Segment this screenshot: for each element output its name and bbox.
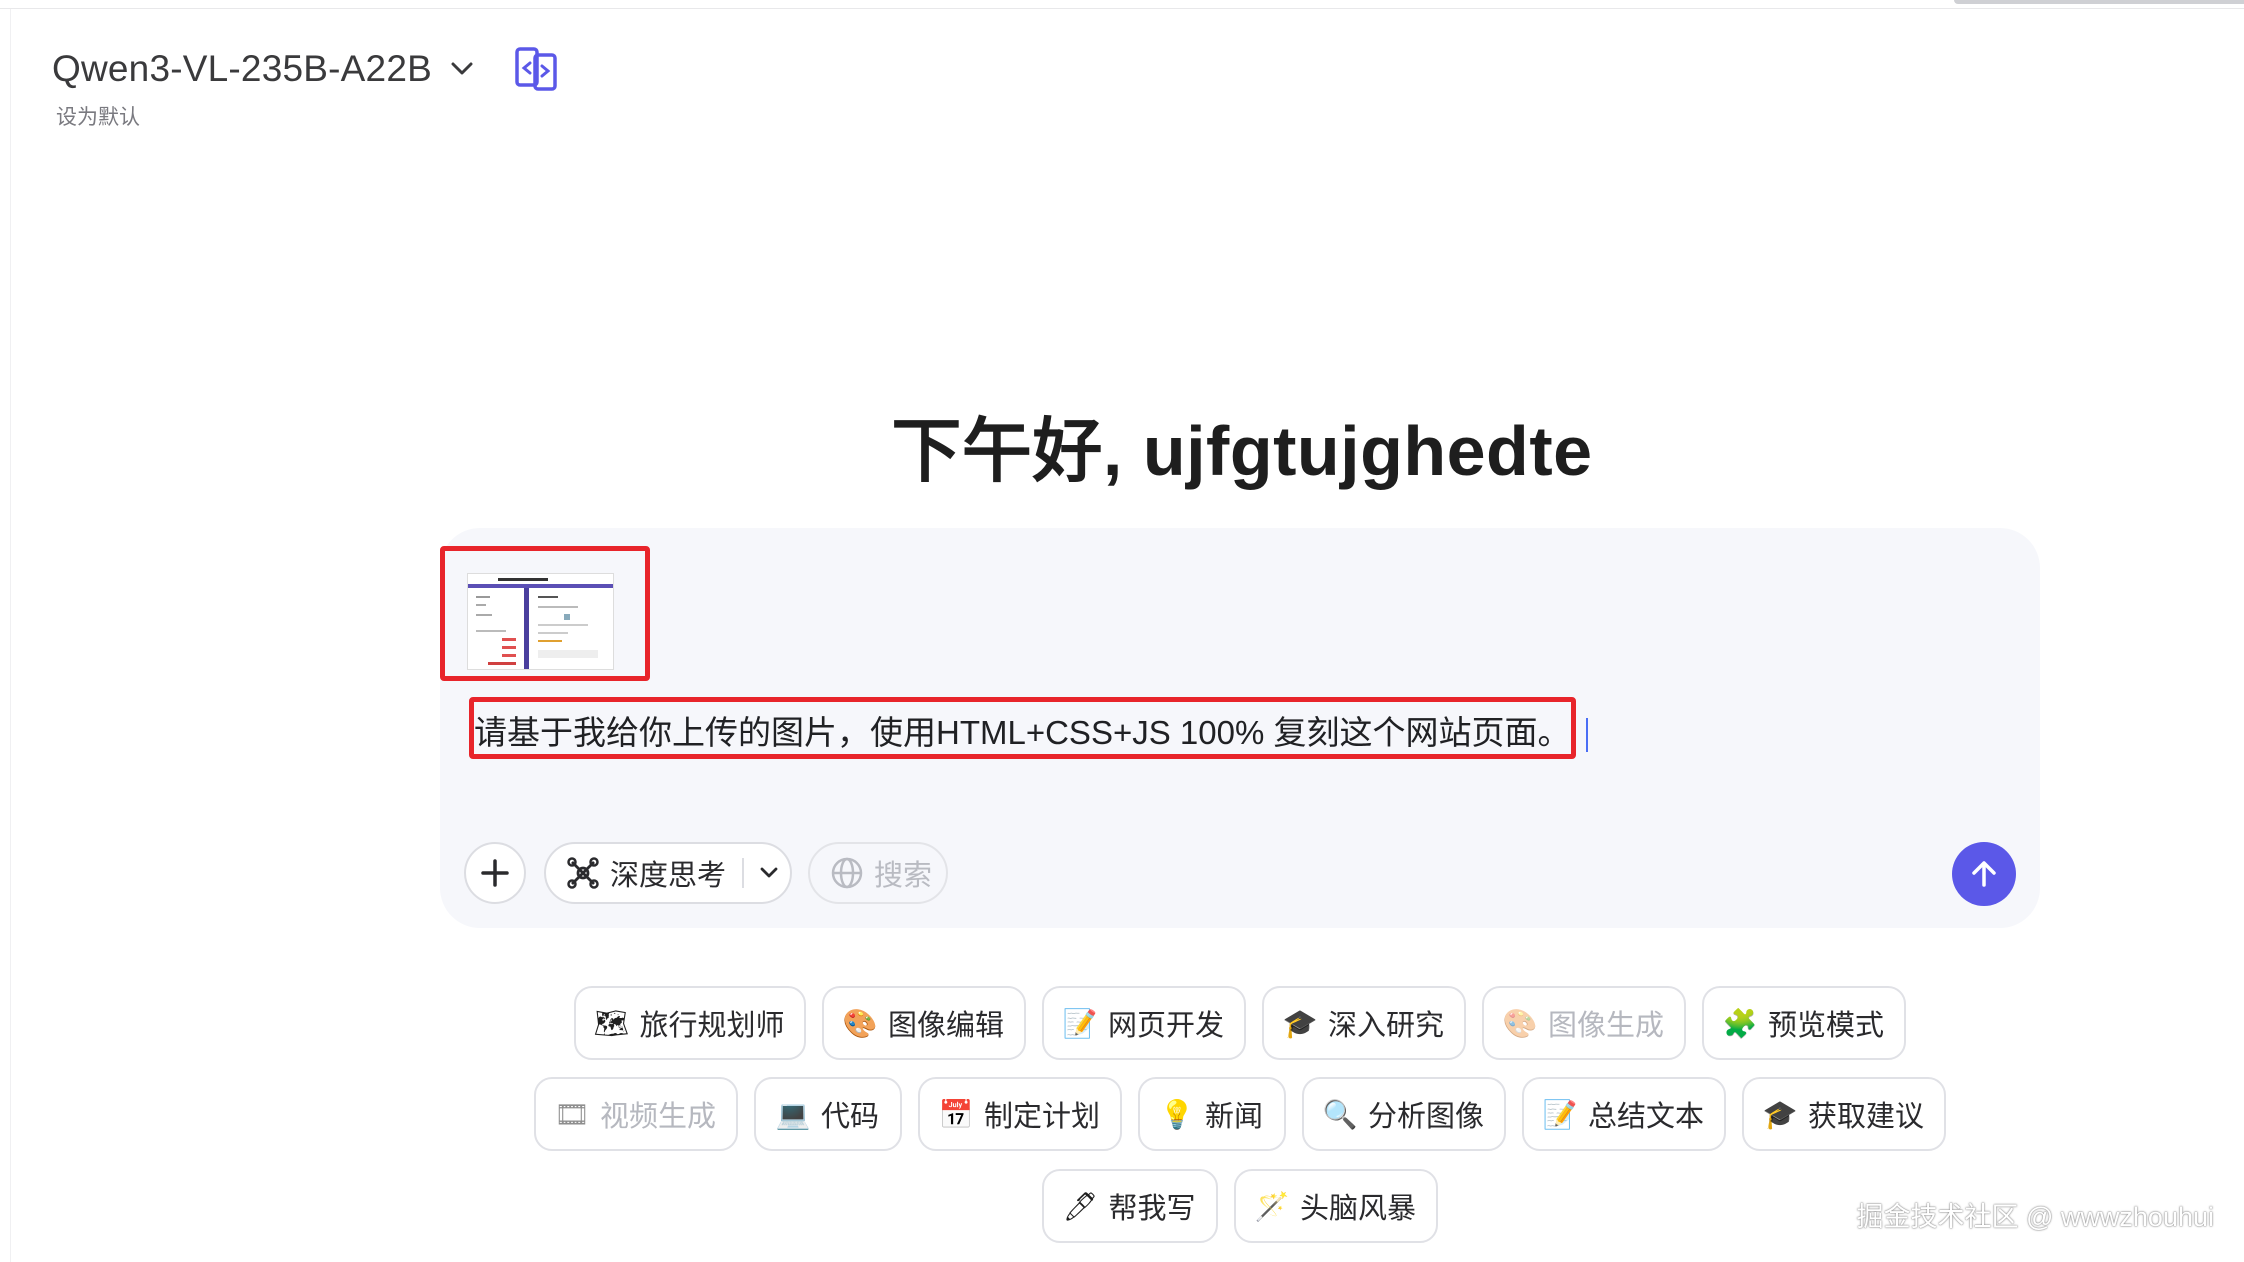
plus-icon bbox=[481, 859, 509, 887]
suggestion-chip[interactable]: 💡 新闻 bbox=[1138, 1077, 1286, 1151]
suggestion-chip[interactable]: 📝 网页开发 bbox=[1042, 986, 1246, 1060]
text-caret bbox=[1586, 718, 1589, 753]
prompt-text: 请基于我给你上传的图片，使用HTML+CSS+JS 100% 复刻这个网站页面。 bbox=[474, 714, 1571, 751]
search-toggle-button[interactable]: 搜索 bbox=[808, 842, 948, 904]
suggestion-chip[interactable]: 🖊 帮我写 bbox=[1042, 1169, 1218, 1243]
suggestion-chip-label: 图像编辑 bbox=[887, 1010, 1004, 1042]
set-default-link[interactable]: 设为默认 bbox=[56, 101, 140, 131]
top-divider bbox=[0, 8, 2244, 9]
suggestion-chip-label: 获取建议 bbox=[1807, 1101, 1924, 1133]
pen-icon: 🖊 bbox=[1062, 1190, 1099, 1222]
film-icon: 🎞 bbox=[554, 1098, 590, 1130]
suggestion-chip-label: 网页开发 bbox=[1107, 1010, 1224, 1042]
suggestion-chip-label: 分析图像 bbox=[1367, 1101, 1484, 1133]
suggestion-chip-label: 新闻 bbox=[1204, 1101, 1263, 1133]
puzzle-icon: 🧩 bbox=[1722, 1007, 1758, 1039]
prompt-input[interactable]: 请基于我给你上传的图片，使用HTML+CSS+JS 100% 复刻这个网站页面。 bbox=[474, 706, 1589, 754]
globe-icon bbox=[830, 856, 864, 890]
suggestion-chip-label: 预览模式 bbox=[1767, 1010, 1884, 1042]
top-scroll-indicator bbox=[1954, 0, 2244, 4]
suggestion-chip-label: 视频生成 bbox=[599, 1101, 716, 1133]
deep-think-button[interactable]: 深度思考 bbox=[544, 842, 792, 904]
suggestion-chip[interactable]: 🎨 图像生成 bbox=[1482, 986, 1686, 1060]
send-button[interactable] bbox=[1952, 842, 2016, 906]
model-name[interactable]: Qwen3-VL-235B-A22B bbox=[52, 48, 432, 90]
arrow-up-icon bbox=[1972, 861, 1996, 887]
suggestion-chip[interactable]: 💻 代码 bbox=[754, 1077, 902, 1151]
graduation-cap-icon: 🎓 bbox=[1762, 1098, 1798, 1130]
chevron-down-icon[interactable] bbox=[758, 862, 780, 884]
suggestion-chip-label: 旅行规划师 bbox=[639, 1010, 785, 1042]
suggestion-chip[interactable]: 🔍 分析图像 bbox=[1302, 1077, 1506, 1151]
suggestion-chip[interactable]: 🪄 头脑风暴 bbox=[1234, 1169, 1438, 1243]
memo-icon: 📝 bbox=[1062, 1007, 1098, 1039]
suggestion-chip-label: 帮我写 bbox=[1108, 1193, 1196, 1225]
divider bbox=[742, 858, 745, 888]
palette-icon: 🎨 bbox=[1502, 1007, 1538, 1039]
laptop-icon: 💻 bbox=[775, 1098, 811, 1130]
calendar-icon: 📅 bbox=[938, 1098, 974, 1130]
left-divider bbox=[10, 9, 11, 1262]
map-icon: 🗺 bbox=[593, 1007, 630, 1039]
lightbulb-icon: 💡 bbox=[1159, 1098, 1195, 1130]
magic-wand-icon: 🪄 bbox=[1254, 1190, 1290, 1222]
suggestion-chip-label: 图像生成 bbox=[1547, 1010, 1664, 1042]
magnifier-icon: 🔍 bbox=[1322, 1098, 1358, 1130]
model-selector[interactable]: Qwen3-VL-235B-A22B bbox=[52, 44, 562, 94]
add-attachment-button[interactable] bbox=[464, 842, 526, 904]
suggestion-chip[interactable]: 📝 总结文本 bbox=[1522, 1077, 1726, 1151]
suggestion-chip[interactable]: 🎨 图像编辑 bbox=[822, 986, 1026, 1060]
suggestion-chip-label: 代码 bbox=[820, 1101, 879, 1133]
suggestion-chip-label: 制定计划 bbox=[983, 1101, 1100, 1133]
suggestion-chip-label: 总结文本 bbox=[1587, 1101, 1704, 1133]
memo-icon: 📝 bbox=[1542, 1098, 1578, 1130]
suggestion-chip[interactable]: 📅 制定计划 bbox=[918, 1077, 1122, 1151]
deep-think-icon bbox=[566, 856, 600, 890]
deep-think-label: 深度思考 bbox=[610, 860, 727, 892]
palette-icon: 🎨 bbox=[842, 1007, 878, 1039]
suggestion-chip[interactable]: 🎞 视频生成 bbox=[534, 1077, 738, 1151]
greeting-title: 下午好, ujfgtujghedte bbox=[891, 412, 1593, 490]
suggestion-chip[interactable]: 🧩 预览模式 bbox=[1702, 986, 1906, 1060]
chevron-down-icon[interactable] bbox=[450, 57, 474, 81]
suggestion-chip[interactable]: 🗺 旅行规划师 bbox=[574, 986, 806, 1060]
suggestion-chip-label: 头脑风暴 bbox=[1299, 1193, 1416, 1225]
uploaded-image-thumbnail[interactable] bbox=[467, 573, 614, 670]
watermark: 掘金技术社区 @ wwwzhouhui bbox=[1856, 1202, 2215, 1232]
suggestion-chip-label: 深入研究 bbox=[1327, 1010, 1444, 1042]
compare-models-icon[interactable] bbox=[512, 44, 562, 94]
graduation-cap-icon: 🎓 bbox=[1282, 1007, 1318, 1039]
uploaded-image-highlight bbox=[440, 546, 650, 681]
suggestion-chip[interactable]: 🎓 获取建议 bbox=[1742, 1077, 1946, 1151]
search-label: 搜索 bbox=[874, 860, 933, 892]
suggestion-chip[interactable]: 🎓 深入研究 bbox=[1262, 986, 1466, 1060]
